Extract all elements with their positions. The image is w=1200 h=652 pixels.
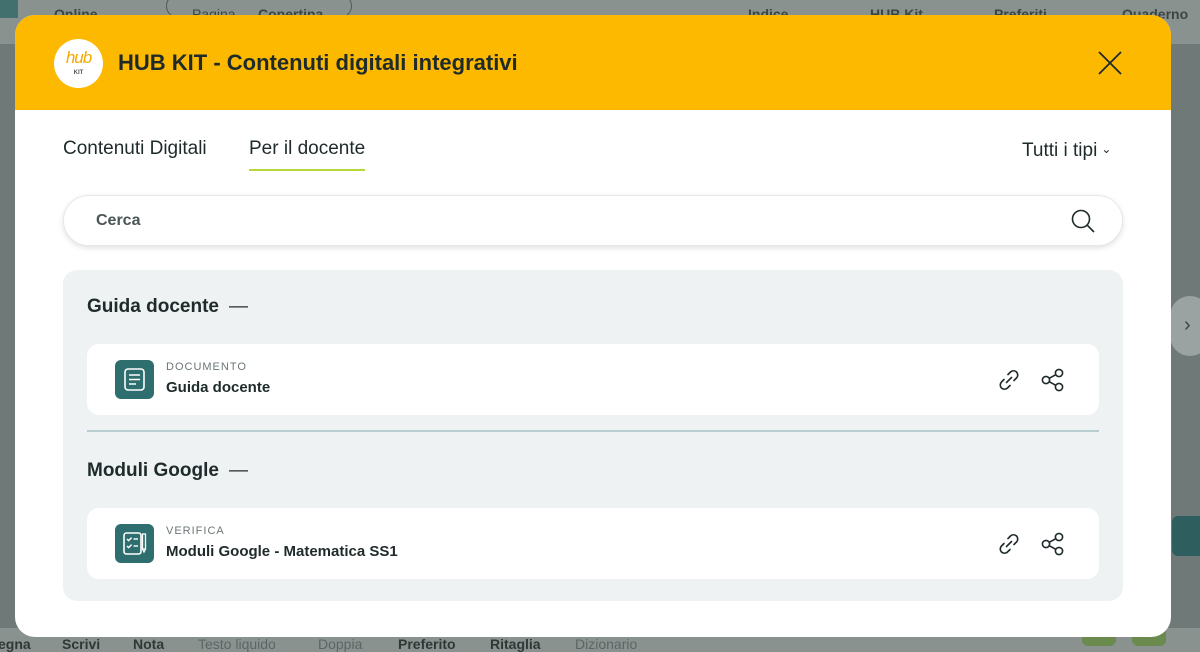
bg-tool: Doppia [318, 636, 363, 652]
tab-contenuti-digitali[interactable]: Contenuti Digitali [63, 138, 207, 169]
section-title-moduli-google[interactable]: Moduli Google — [87, 460, 248, 482]
bg-tool: Testo liquido [198, 636, 276, 652]
link-icon[interactable] [995, 530, 1023, 558]
checklist-icon [115, 524, 154, 563]
modal-header: hub KIT HUB KIT - Contenuti digitali int… [15, 15, 1171, 110]
search-icon[interactable] [1070, 208, 1096, 234]
tab-per-il-docente[interactable]: Per il docente [249, 138, 366, 171]
section-title-text: Guida docente [87, 296, 219, 317]
search-bar [63, 195, 1123, 246]
list-item-moduli-google[interactable]: VERIFICA Moduli Google - Matematica SS1 [87, 508, 1099, 579]
modal-title: HUB KIT - Contenuti digitali integrativi [118, 50, 518, 75]
logo-hub-text: hub [65, 48, 92, 67]
share-icon[interactable] [1039, 366, 1067, 394]
close-icon [1098, 51, 1122, 75]
hubkit-logo: hub KIT [54, 39, 103, 88]
section-title-text: Moduli Google [87, 460, 219, 481]
document-icon [115, 360, 154, 399]
item-name: Moduli Google - Matematica SS1 [166, 543, 398, 560]
type-filter-dropdown[interactable]: Tutti i tipi ⌄ [1022, 140, 1111, 162]
collapse-dash-icon: — [228, 460, 248, 481]
chevron-down-icon: ⌄ [1101, 142, 1112, 156]
collapse-dash-icon: — [228, 296, 248, 317]
item-type-label: VERIFICA [166, 525, 225, 537]
section-title-guida-docente[interactable]: Guida docente — [87, 296, 248, 318]
section-divider [87, 430, 1099, 432]
list-item-guida-docente[interactable]: DOCUMENTO Guida docente [87, 344, 1099, 415]
bg-tool: Dizionario [575, 636, 638, 652]
search-input[interactable] [96, 208, 1056, 234]
bg-next-page-button: › [1170, 296, 1200, 356]
content-list-panel: Guida docente — DOCUMENTO Guida docente [63, 270, 1123, 601]
logo-kit-text: KIT [73, 70, 84, 76]
chevron-right-icon: › [1184, 314, 1191, 336]
bg-tool: Preferito [398, 636, 456, 652]
share-icon[interactable] [1039, 530, 1067, 558]
link-icon[interactable] [995, 366, 1023, 394]
item-type-label: DOCUMENTO [166, 361, 247, 373]
bg-tool: Nota [133, 636, 165, 652]
bg-tool: Ritaglia [490, 636, 541, 652]
bg-tool: Scrivi [62, 636, 101, 652]
item-name: Guida docente [166, 379, 271, 396]
bg-tool: egna [0, 636, 31, 652]
hubkit-modal: hub KIT HUB KIT - Contenuti digitali int… [15, 15, 1171, 637]
close-button[interactable] [1097, 50, 1123, 76]
bg-side-tab [1172, 516, 1200, 556]
filter-label: Tutti i tipi [1022, 140, 1098, 161]
